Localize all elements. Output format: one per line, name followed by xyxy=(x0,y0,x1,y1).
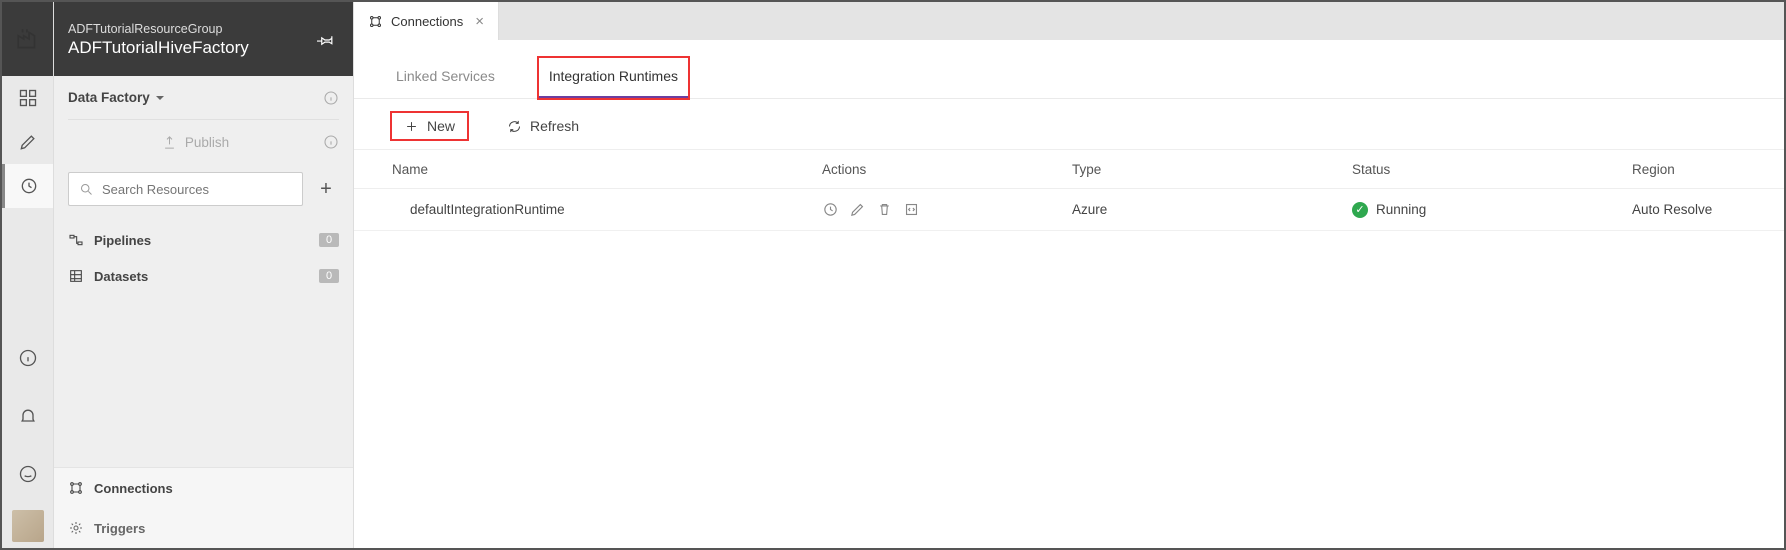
col-region: Region xyxy=(1632,162,1746,177)
content: Linked Services Integration Runtimes New… xyxy=(354,40,1784,548)
rail-monitor[interactable] xyxy=(2,164,53,208)
triggers-icon xyxy=(68,520,84,536)
factory-name-label: ADFTutorialHiveFactory xyxy=(68,37,249,59)
cell-region: Auto Resolve xyxy=(1632,202,1746,217)
datasets-count: 0 xyxy=(319,269,339,283)
pin-icon[interactable] xyxy=(317,31,335,49)
publish-row[interactable]: Publish xyxy=(68,120,339,164)
col-name: Name xyxy=(392,162,822,177)
sidebar-connections[interactable]: Connections xyxy=(54,468,353,508)
code-icon[interactable] xyxy=(903,201,920,218)
sidebar: ADFTutorialResourceGroup ADFTutorialHive… xyxy=(54,2,354,548)
col-type: Type xyxy=(1072,162,1352,177)
factory-logo xyxy=(2,2,53,76)
col-actions: Actions xyxy=(822,162,1072,177)
col-status: Status xyxy=(1352,162,1632,177)
rail-overview[interactable] xyxy=(2,76,53,120)
tree-pipelines-label: Pipelines xyxy=(94,233,151,248)
tree-datasets[interactable]: Datasets 0 xyxy=(68,258,339,294)
tree-pipelines[interactable]: Pipelines 0 xyxy=(68,222,339,258)
connections-icon xyxy=(368,14,383,29)
publish-label: Publish xyxy=(185,135,229,150)
resource-group-label: ADFTutorialResourceGroup xyxy=(68,21,249,37)
cell-type: Azure xyxy=(1072,202,1352,217)
pipelines-icon xyxy=(68,232,84,248)
resource-tree: Pipelines 0 Datasets 0 xyxy=(54,216,353,300)
info-icon[interactable] xyxy=(323,90,339,106)
status-ok-icon: ✓ xyxy=(1352,202,1368,218)
rail-notifications-icon[interactable] xyxy=(18,394,38,438)
runtimes-table: Name Actions Type Status Region defaultI… xyxy=(354,149,1784,231)
edit-icon[interactable] xyxy=(849,201,866,218)
close-icon[interactable]: × xyxy=(475,13,484,30)
tree-datasets-label: Datasets xyxy=(94,269,148,284)
search-box[interactable] xyxy=(68,172,303,206)
rail-author[interactable] xyxy=(2,120,53,164)
sidebar-bottom: Connections Triggers xyxy=(54,467,353,548)
connections-label: Connections xyxy=(94,481,173,496)
new-button-label: New xyxy=(427,118,455,134)
main: Connections × Linked Services Integratio… xyxy=(354,2,1784,548)
table-row[interactable]: defaultIntegrationRuntime Azure ✓ Runnin… xyxy=(354,189,1784,231)
app-root: ADFTutorialResourceGroup ADFTutorialHive… xyxy=(2,2,1784,548)
search-icon xyxy=(79,182,94,197)
subtabs: Linked Services Integration Runtimes xyxy=(354,48,1784,99)
search-row: + xyxy=(54,164,353,216)
sidebar-header: ADFTutorialResourceGroup ADFTutorialHive… xyxy=(54,2,353,76)
sidebar-triggers[interactable]: Triggers xyxy=(54,508,353,548)
subtab-integration-runtimes[interactable]: Integration Runtimes xyxy=(539,58,688,98)
triggers-label: Triggers xyxy=(94,521,145,536)
cell-name: defaultIntegrationRuntime xyxy=(392,202,822,217)
search-input[interactable] xyxy=(102,182,292,197)
rail-feedback-icon[interactable] xyxy=(18,452,38,496)
cell-status: ✓ Running xyxy=(1352,202,1632,218)
rail-avatar[interactable] xyxy=(12,510,44,542)
publish-icon xyxy=(162,135,177,150)
window-tab-connections[interactable]: Connections × xyxy=(354,2,499,40)
status-text: Running xyxy=(1376,202,1426,217)
refresh-button-label: Refresh xyxy=(530,118,579,134)
cell-actions xyxy=(822,201,1072,218)
refresh-button[interactable]: Refresh xyxy=(495,113,591,139)
window-tab-label: Connections xyxy=(391,14,463,29)
window-tab-bar: Connections × xyxy=(354,2,1784,40)
datasets-icon xyxy=(68,268,84,284)
new-button[interactable]: New xyxy=(392,113,467,139)
nav-rail xyxy=(2,2,54,548)
subtab-linked-services[interactable]: Linked Services xyxy=(392,58,499,98)
add-resource-button[interactable]: + xyxy=(313,178,339,201)
monitor-icon[interactable] xyxy=(822,201,839,218)
table-header: Name Actions Type Status Region xyxy=(354,149,1784,189)
info-icon[interactable] xyxy=(323,134,339,150)
context-selector[interactable]: Data Factory xyxy=(68,76,339,120)
pipelines-count: 0 xyxy=(319,233,339,247)
toolbar: New Refresh xyxy=(354,99,1784,149)
delete-icon[interactable] xyxy=(876,201,893,218)
connections-icon xyxy=(68,480,84,496)
rail-info-icon[interactable] xyxy=(18,336,38,380)
